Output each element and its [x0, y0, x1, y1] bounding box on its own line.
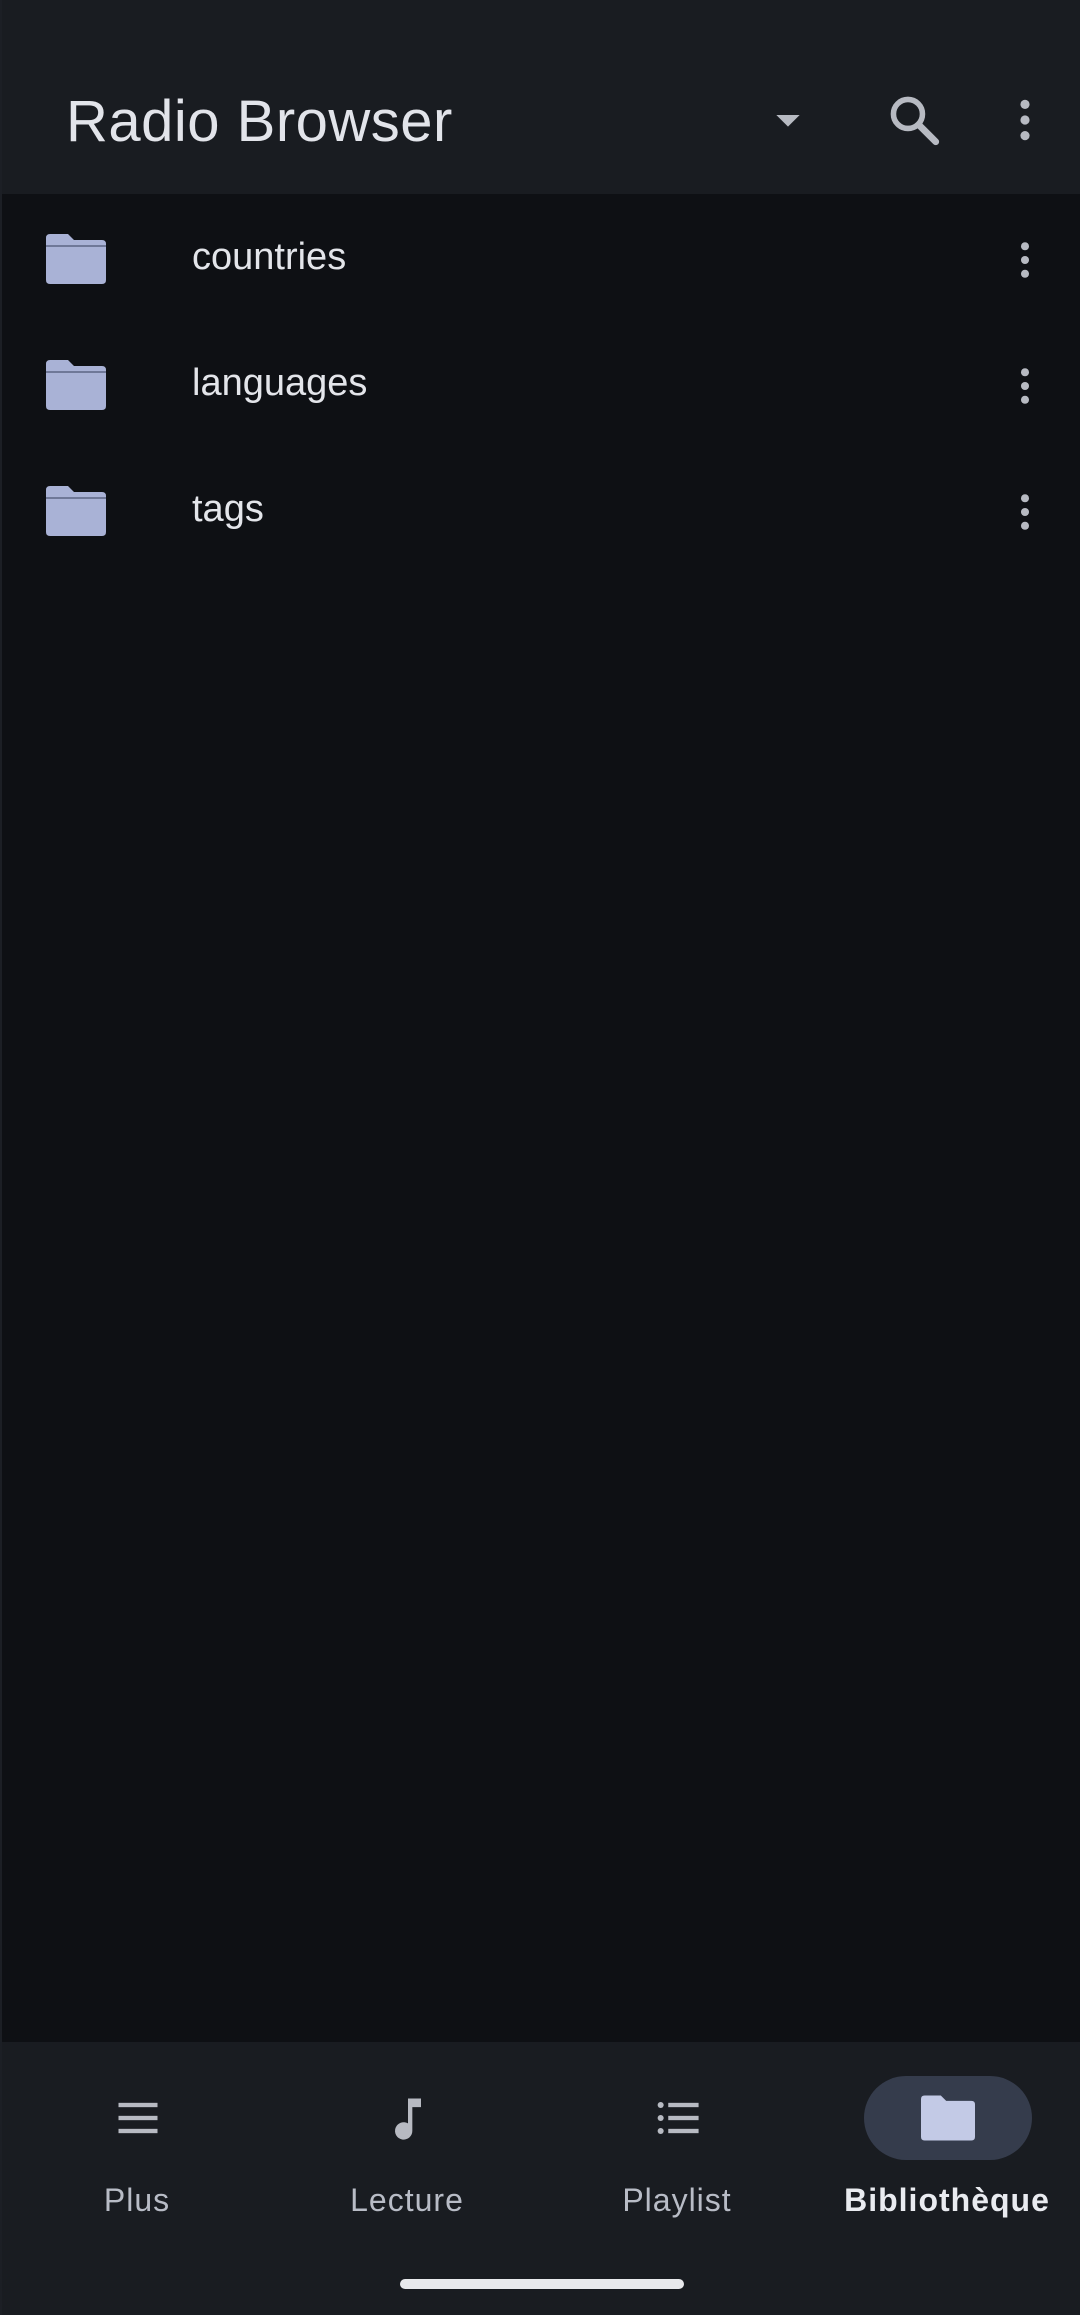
search-button[interactable]: [866, 72, 962, 168]
home-indicator[interactable]: [400, 2279, 684, 2289]
list-item-label: tags: [192, 488, 264, 530]
nav-item-plus[interactable]: Plus: [2, 2074, 272, 2264]
nav-label: Bibliothèque: [844, 2182, 1050, 2218]
folder-list: countries languages tags: [2, 194, 1080, 572]
nav-indicator: [864, 2076, 1032, 2160]
nav-indicator: [594, 2076, 762, 2160]
more-vert-icon: [1020, 494, 1030, 530]
folder-icon: [46, 234, 106, 284]
list-item-languages[interactable]: languages: [2, 320, 1080, 446]
folder-icon: [46, 486, 106, 536]
list-item-label: countries: [192, 236, 347, 278]
nav-label: Plus: [103, 2182, 171, 2218]
bottom-navigation: Plus Lecture Playlist Bibliothèque: [2, 2042, 1080, 2315]
item-overflow-button[interactable]: [977, 212, 1073, 308]
item-overflow-button[interactable]: [977, 464, 1073, 560]
nav-indicator: [324, 2076, 492, 2160]
nav-item-playlist[interactable]: Playlist: [542, 2074, 812, 2264]
list-item-countries[interactable]: countries: [2, 194, 1080, 320]
screen: Radio Browser countries languages tags P…: [0, 0, 1080, 2315]
nav-item-bibliotheque[interactable]: Bibliothèque: [812, 2074, 1080, 2264]
nav-indicator: [54, 2076, 222, 2160]
playlist-icon: [657, 2101, 699, 2135]
search-icon: [890, 96, 940, 146]
list-item-label: languages: [192, 362, 368, 404]
overflow-menu-button[interactable]: [977, 72, 1073, 168]
more-vert-icon: [1020, 242, 1030, 278]
dropdown-arrow-icon: [776, 115, 800, 127]
nav-label: Playlist: [622, 2182, 732, 2218]
folder-icon: [46, 360, 106, 410]
more-vert-icon: [1020, 99, 1030, 141]
page-title: Radio Browser: [66, 89, 453, 154]
nav-item-lecture[interactable]: Lecture: [272, 2074, 542, 2264]
item-overflow-button[interactable]: [977, 338, 1073, 434]
more-vert-icon: [1020, 368, 1030, 404]
folder-icon: [921, 2095, 975, 2141]
nav-label: Lecture: [350, 2182, 464, 2218]
top-app-bar: Radio Browser: [2, 0, 1080, 194]
list-item-tags[interactable]: tags: [2, 446, 1080, 572]
music-note-icon: [395, 2098, 421, 2140]
menu-icon: [118, 2102, 158, 2134]
source-dropdown-button[interactable]: [740, 72, 836, 168]
